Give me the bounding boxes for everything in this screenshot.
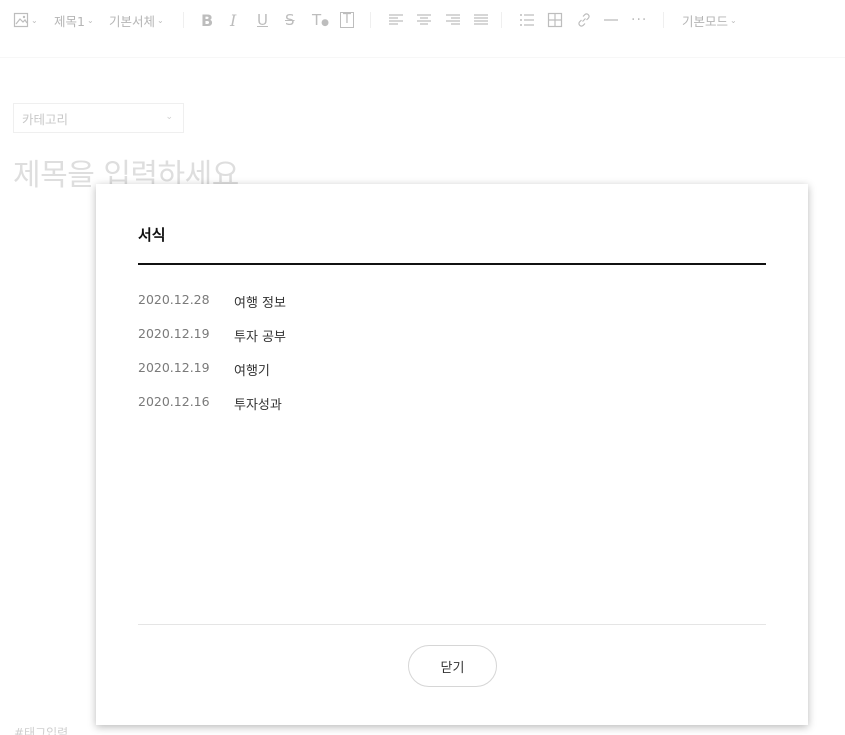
italic-icon: I	[230, 10, 237, 30]
template-date: 2020.12.16	[138, 394, 210, 409]
template-date: 2020.12.28	[138, 292, 210, 307]
chevron-down-icon: ⌄	[730, 15, 737, 25]
template-title: 여행기	[234, 364, 270, 379]
horizontal-rule-icon	[604, 19, 618, 21]
underline-icon: U	[257, 11, 268, 29]
table-icon	[547, 12, 563, 28]
link-button[interactable]	[576, 10, 592, 30]
template-list-item[interactable]: 2020.12.28 여행 정보	[138, 292, 766, 326]
bold-button[interactable]: B	[201, 10, 213, 30]
modal-title: 서식	[138, 226, 166, 244]
font-label: 기본서체	[109, 13, 156, 29]
close-button[interactable]: 닫기	[408, 645, 497, 687]
template-list-item[interactable]: 2020.12.19 투자 공부	[138, 326, 766, 360]
align-left-button[interactable]	[388, 10, 404, 30]
template-date: 2020.12.19	[138, 326, 210, 341]
image-icon	[13, 12, 29, 28]
chevron-down-icon: ⌄	[86, 15, 94, 25]
chevron-down-icon: ⌄	[165, 112, 173, 122]
align-left-icon	[389, 14, 403, 25]
template-list-item[interactable]: 2020.12.16 투자성과	[138, 394, 766, 428]
chevron-down-icon: ⌄	[31, 15, 38, 25]
align-justify-button[interactable]	[473, 10, 489, 30]
template-title: 투자성과	[234, 398, 282, 413]
template-title: 여행 정보	[234, 296, 286, 311]
list-icon	[520, 14, 534, 26]
chevron-down-icon: ⌄	[157, 15, 164, 25]
align-right-icon	[446, 14, 460, 25]
horizontal-rule-button[interactable]	[603, 10, 619, 30]
list-button[interactable]	[519, 10, 535, 30]
more-button[interactable]: ···	[631, 10, 647, 30]
toolbar-divider-line	[0, 57, 845, 58]
heading-dropdown[interactable]: 제목1 ⌄	[54, 10, 94, 30]
text-background-icon: T	[340, 12, 354, 28]
category-placeholder: 카테고리	[22, 111, 69, 127]
align-justify-icon	[474, 14, 488, 25]
toolbar-divider	[370, 12, 371, 28]
strikethrough-button[interactable]: S	[285, 10, 295, 30]
toolbar-divider	[501, 12, 502, 28]
underline-button[interactable]: U	[257, 10, 268, 30]
template-list-item[interactable]: 2020.12.19 여행기	[138, 360, 766, 394]
italic-button[interactable]: I	[230, 10, 236, 30]
mode-label: 기본모드	[682, 13, 729, 29]
text-color-icon: T	[312, 11, 322, 29]
editor-toolbar: ⌄ 제목1 ⌄ 기본서체 ⌄ B I U S T ● T ··· 기본모드 ⌄	[0, 0, 845, 40]
tag-input[interactable]: #태그입력	[14, 724, 68, 735]
table-button[interactable]	[547, 10, 563, 30]
strikethrough-icon: S	[285, 11, 295, 29]
category-select[interactable]: 카테고리 ⌄	[13, 103, 184, 133]
font-dropdown[interactable]: 기본서체 ⌄	[109, 10, 164, 30]
toolbar-divider	[663, 12, 664, 28]
text-background-button[interactable]: T	[340, 10, 354, 30]
template-list: 2020.12.28 여행 정보 2020.12.19 투자 공부 2020.12.19…	[138, 292, 766, 428]
insert-image-button[interactable]: ⌄	[13, 10, 38, 30]
align-right-button[interactable]	[445, 10, 461, 30]
text-color-button[interactable]: T ●	[312, 10, 329, 30]
modal-footer-divider	[138, 624, 766, 625]
align-center-button[interactable]	[416, 10, 432, 30]
toolbar-divider	[183, 12, 184, 28]
template-title: 투자 공부	[234, 330, 286, 345]
template-date: 2020.12.19	[138, 360, 210, 375]
modal-title-divider	[138, 263, 766, 265]
heading-label: 제목1	[54, 13, 85, 29]
link-icon	[578, 13, 590, 27]
align-center-icon	[417, 14, 431, 25]
template-modal: 서식 2020.12.28 여행 정보 2020.12.19 투자 공부 2020.12…	[96, 184, 808, 725]
bold-icon: B	[201, 10, 214, 30]
mode-dropdown[interactable]: 기본모드 ⌄	[682, 10, 737, 30]
more-icon: ···	[631, 12, 648, 28]
